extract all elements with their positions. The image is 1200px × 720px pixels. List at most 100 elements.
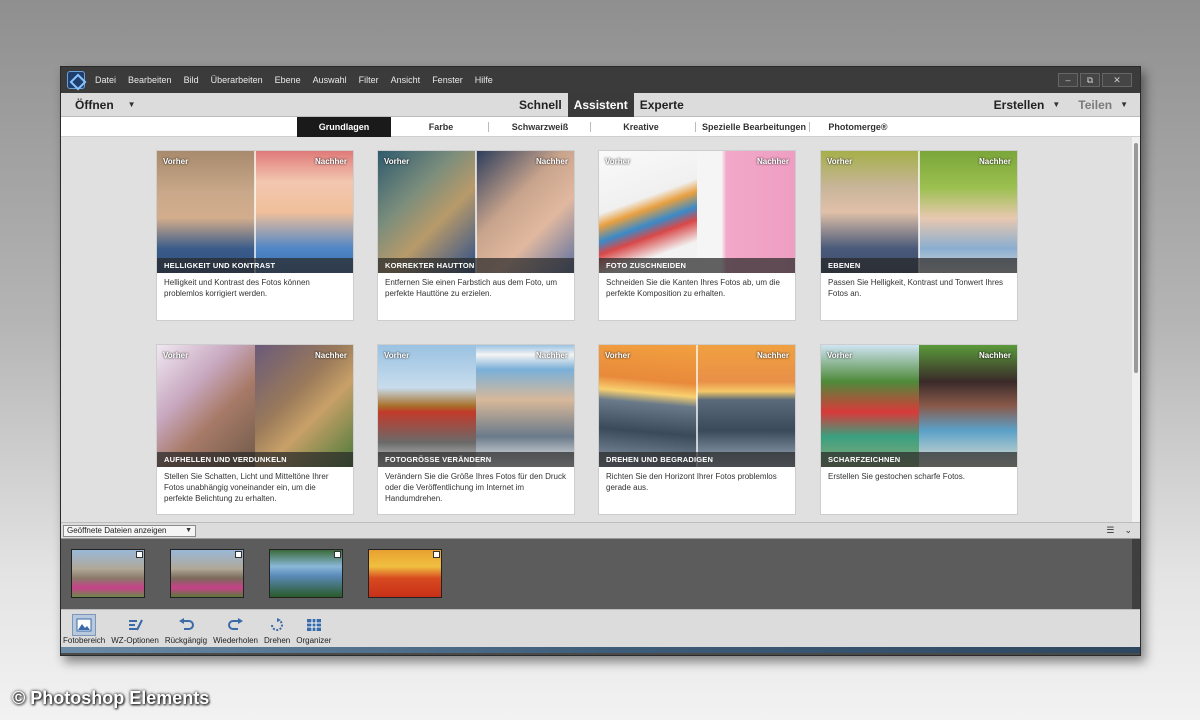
guided-card-hautton[interactable]: Vorher Nachher KORREKTER HAUTTON Entfern… <box>378 151 574 320</box>
organizer-tool[interactable]: Organizer <box>296 614 331 647</box>
menu-filter[interactable]: Filter <box>359 75 379 85</box>
menu-bearbeiten[interactable]: Bearbeiten <box>128 75 172 85</box>
after-label: Nachher <box>535 157 568 166</box>
create-button-label: Erstellen <box>993 97 1045 112</box>
card-title: FOTOGRÖSSE VERÄNDERN <box>378 452 574 467</box>
tab-experte[interactable]: Experte <box>634 93 690 117</box>
rotate-tool[interactable]: Drehen <box>264 614 290 647</box>
tool-label: WZ-Optionen <box>111 636 159 645</box>
after-label: Nachher <box>535 351 568 360</box>
photo-thumbnail[interactable] <box>170 549 244 598</box>
share-button[interactable]: Teilen ▼ <box>1078 98 1128 112</box>
photo-bin <box>61 539 1140 609</box>
restore-button[interactable]: ⧉ <box>1080 73 1100 87</box>
photo-bin-tool[interactable]: Fotobereich <box>63 614 105 647</box>
card-title: EBENEN <box>821 258 1017 273</box>
redo-tool[interactable]: Wiederholen <box>213 614 258 647</box>
chevron-down-icon: ▼ <box>1052 100 1061 109</box>
bin-source-select[interactable]: Geöffnete Dateien anzeigen ▼ <box>63 524 196 537</box>
category-kreative[interactable]: Kreative Bearbeitungen <box>591 117 691 152</box>
guided-card-scharfzeichnen[interactable]: Vorher Nachher SCHARFZEICHNEN Erstellen … <box>821 345 1017 514</box>
bottom-toolbar: Fotobereich WZ-Optionen Rückgängig Wiede… <box>61 609 1140 647</box>
card-image: Vorher Nachher DREHEN UND BEGRADIGEN <box>599 345 795 467</box>
before-label: Vorher <box>605 157 631 166</box>
collapse-icon[interactable]: ⌄ <box>1124 525 1132 536</box>
copyright-caption: © Photoshop Elements <box>12 688 210 708</box>
photo-thumbnail[interactable] <box>71 549 145 598</box>
close-button[interactable]: ✕ <box>1102 73 1132 87</box>
open-button[interactable]: Öffnen ▼ <box>75 98 136 112</box>
chevron-down-icon: ▼ <box>127 100 136 109</box>
card-image: Vorher Nachher FOTOGRÖSSE VERÄNDERN <box>378 345 574 467</box>
before-label: Vorher <box>827 157 853 166</box>
card-description: Erstellen Sie gestochen scharfe Fotos. <box>828 472 965 481</box>
card-title: KORREKTER HAUTTON <box>378 258 574 273</box>
card-description: Stellen Sie Schatten, Licht und Mitteltö… <box>164 472 329 503</box>
menu-fenster[interactable]: Fenster <box>432 75 463 85</box>
after-label: Nachher <box>314 351 347 360</box>
menu-auswahl[interactable]: Auswahl <box>313 75 347 85</box>
category-photomerge[interactable]: Photomerge® <box>813 117 903 137</box>
chevron-down-icon: ▼ <box>185 527 192 534</box>
menu-datei[interactable]: Datei <box>95 75 116 85</box>
bin-options: ☰ ⌄ <box>1106 525 1132 536</box>
tool-label: Wiederholen <box>213 636 258 645</box>
redo-icon <box>224 614 248 636</box>
category-separator <box>809 122 810 132</box>
tool-options-tool[interactable]: WZ-Optionen <box>111 614 159 647</box>
photo-thumbnail[interactable] <box>269 549 343 598</box>
before-label: Vorher <box>384 351 410 360</box>
card-title: HELLIGKEIT UND KONTRAST <box>157 258 353 273</box>
guided-card-helligkeit[interactable]: Vorher Nachher HELLIGKEIT UND KONTRAST H… <box>157 151 353 320</box>
tool-label: Drehen <box>264 636 291 645</box>
category-farbe[interactable]: Farbe <box>397 117 485 137</box>
guided-card-fotogroesse[interactable]: Vorher Nachher FOTOGRÖSSE VERÄNDERN Verä… <box>378 345 574 514</box>
guided-card-aufhellen[interactable]: Vorher Nachher AUFHELLEN UND VERDUNKELN … <box>157 345 353 514</box>
before-label: Vorher <box>605 351 631 360</box>
menu-hilfe[interactable]: Hilfe <box>475 75 493 85</box>
category-separator <box>695 122 696 132</box>
category-separator <box>488 122 489 132</box>
card-image: Vorher Nachher AUFHELLEN UND VERDUNKELN <box>157 345 353 467</box>
category-spezielle[interactable]: Spezielle Bearbeitungen <box>697 117 811 137</box>
minimize-button[interactable]: – <box>1058 73 1078 87</box>
guided-card-drehen[interactable]: Vorher Nachher DREHEN UND BEGRADIGEN Ric… <box>599 345 795 514</box>
tab-assistent[interactable]: Assistent <box>567 93 634 117</box>
undo-tool[interactable]: Rückgängig <box>165 614 207 647</box>
create-button[interactable]: Erstellen ▼ <box>994 98 1061 112</box>
organizer-icon <box>302 614 326 636</box>
guided-card-zuschneiden[interactable]: Vorher Nachher FOTO ZUSCHNEIDEN Schneide… <box>599 151 795 320</box>
guided-edits-panel: Vorher Nachher HELLIGKEIT UND KONTRAST H… <box>61 137 1140 522</box>
undo-icon <box>174 614 198 636</box>
guided-card-ebenen[interactable]: Vorher Nachher EBENEN Passen Sie Helligk… <box>821 151 1017 320</box>
menu-ueberarbeiten[interactable]: Überarbeiten <box>211 75 263 85</box>
mode-bar: Öffnen ▼ Schnell Assistent Experte Erste… <box>61 93 1140 117</box>
before-label: Vorher <box>384 157 410 166</box>
photo-bin-icon <box>72 614 97 636</box>
menu-ebene[interactable]: Ebene <box>275 75 301 85</box>
thumbnail-badge-icon <box>136 551 143 558</box>
rotate-icon <box>265 614 289 636</box>
open-button-label: Öffnen <box>75 97 114 112</box>
tab-schnell[interactable]: Schnell <box>513 93 568 117</box>
category-schwarzweiss[interactable]: Schwarzweiß <box>491 117 589 137</box>
scrollbar-thumb[interactable] <box>1134 143 1138 373</box>
window-controls: – ⧉ ✕ <box>1058 73 1132 87</box>
card-title: DREHEN UND BEGRADIGEN <box>599 452 795 467</box>
tool-label: Fotobereich <box>63 636 106 645</box>
category-grundlagen[interactable]: Grundlagen <box>297 117 391 137</box>
menu-ansicht[interactable]: Ansicht <box>391 75 421 85</box>
photo-thumbnail[interactable] <box>368 549 442 598</box>
photo-bin-bar: Geöffnete Dateien anzeigen ▼ ☰ ⌄ <box>61 522 1140 539</box>
app-logo-icon <box>67 71 85 89</box>
card-description: Verändern Sie die Größe Ihres Fotos für … <box>385 472 566 503</box>
bin-menu-icon[interactable]: ☰ <box>1106 525 1114 536</box>
before-label: Vorher <box>163 157 189 166</box>
card-description: Passen Sie Helligkeit, Kontrast und Tonw… <box>828 278 1004 298</box>
thumbnail-badge-icon <box>433 551 440 558</box>
card-image: Vorher Nachher EBENEN <box>821 151 1017 273</box>
tool-options-icon <box>123 614 147 636</box>
menu-bild[interactable]: Bild <box>184 75 199 85</box>
tool-label: Rückgängig <box>164 636 208 645</box>
after-label: Nachher <box>978 157 1011 166</box>
